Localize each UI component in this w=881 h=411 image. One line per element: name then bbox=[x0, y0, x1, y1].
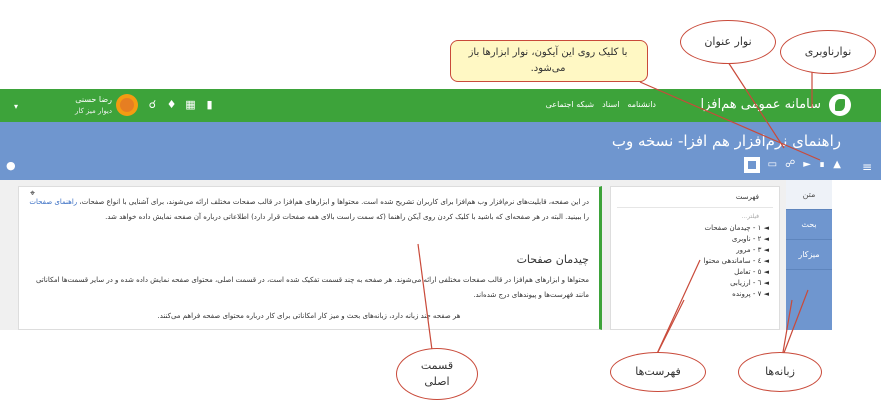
expand-icon[interactable]: ⌖ bbox=[30, 189, 35, 199]
toc-filter-input[interactable]: فیلتر... bbox=[741, 213, 759, 220]
toolbar-icons: ▲ ∎ ► ☍ ▭ bbox=[743, 157, 841, 173]
layout-toggle-icon[interactable] bbox=[743, 157, 760, 173]
nav-link-encyclopedia[interactable]: دانشنامه bbox=[627, 100, 656, 109]
toc-list: ◄ ۱ - چیدمان صفحات ◄ ۲ - ناوبری ◄ ۳ - مر… bbox=[703, 223, 769, 300]
navigation-bar: سامانه عمومی هم‌افزا دانشنامه اسناد شبکه… bbox=[0, 89, 881, 122]
tab-desk[interactable]: میزکار bbox=[786, 240, 832, 270]
nav-link-documents[interactable]: اسناد bbox=[602, 100, 619, 109]
home-icon[interactable]: ▲ bbox=[833, 159, 841, 173]
intro-text-b: را ببینید. البته در هر صفحه‌ای که باشید … bbox=[105, 213, 589, 221]
toc-item[interactable]: ◄ ٥ - تعامل bbox=[703, 267, 769, 278]
title-bar: راهنمای نرم‌افزار هم افزا- نسخه وب ≡ ▲ ∎… bbox=[0, 122, 881, 180]
main-part-label-text: قسمت اصلی bbox=[420, 359, 454, 388]
lists-label: فهرست‌ها bbox=[610, 352, 706, 392]
toc-title: فهرست bbox=[735, 193, 759, 201]
title-bar-label-text: نوار عنوان bbox=[704, 35, 752, 48]
print-icon[interactable]: ▭ bbox=[768, 159, 777, 173]
tab-discussion[interactable]: بحث bbox=[786, 210, 832, 240]
toc-item[interactable]: ◄ ۲ - ناوبری bbox=[703, 234, 769, 245]
user-name[interactable]: رضا حسنی bbox=[75, 95, 112, 104]
nav-bar-label: نوارناوبری bbox=[780, 30, 876, 74]
share-icon[interactable]: ► bbox=[803, 159, 811, 173]
hamafza-logo-icon[interactable] bbox=[829, 94, 851, 116]
rss-icon[interactable]: ∎ bbox=[819, 159, 825, 173]
page-title: راهنمای نرم‌افزار هم افزا- نسخه وب bbox=[611, 132, 841, 150]
toolbar-callout: با کلیک روی این آیکون، نوار ابزارها باز … bbox=[450, 40, 648, 82]
tag-icon[interactable]: ♦ bbox=[165, 98, 178, 111]
nav-link-social-network[interactable]: شبکه اجتماعی bbox=[546, 100, 594, 109]
search-icon[interactable]: ☌ bbox=[146, 98, 159, 111]
nav-icon-group: ☌ ♦ ▦ ▮ bbox=[146, 98, 216, 111]
lists-label-text: فهرست‌ها bbox=[635, 365, 681, 378]
nav-title[interactable]: سامانه عمومی هم‌افزا bbox=[700, 97, 821, 112]
main-part-label: قسمت اصلی bbox=[396, 348, 478, 400]
tab-text[interactable]: متن bbox=[786, 180, 832, 210]
nav-links: دانشنامه اسناد شبکه اجتماعی bbox=[546, 100, 656, 109]
chevron-down-icon[interactable]: ▾ bbox=[14, 102, 18, 111]
nav-bar-label-text: نوارناوبری bbox=[804, 45, 852, 58]
user-menu[interactable]: رضا حسنی دیوار میز کار ▾ bbox=[14, 92, 138, 120]
main-content: در این صفحه، قابلیت‌های نرم‌افزار وب هم‌… bbox=[18, 186, 602, 330]
intro-paragraph: در این صفحه، قابلیت‌های نرم‌افزار وب هم‌… bbox=[29, 195, 589, 225]
tabs-paragraph: هر صفحه چند زبانه دارد، زبانه‌های بحث و … bbox=[157, 312, 461, 320]
pages-guide-link[interactable]: راهنمای صفحات bbox=[29, 198, 77, 206]
avatar[interactable] bbox=[116, 94, 138, 116]
toc-item[interactable]: ◄ ۷ - پرونده bbox=[703, 289, 769, 300]
intro-text-a: در این صفحه، قابلیت‌های نرم‌افزار وب هم‌… bbox=[79, 198, 589, 206]
tabs-label: زبانه‌ها bbox=[738, 352, 822, 392]
menu-icon[interactable]: ≡ bbox=[862, 160, 872, 174]
grid-icon[interactable]: ▦ bbox=[184, 98, 197, 111]
pin-icon[interactable]: ● bbox=[6, 159, 16, 172]
layout-paragraph: محتواها و ابزارهای هم‌افزا در قالب صفحات… bbox=[35, 276, 589, 299]
tabs-label-text: زبانه‌ها bbox=[765, 365, 795, 378]
user-links[interactable]: دیوار میز کار bbox=[75, 107, 112, 115]
toc-item[interactable]: ◄ ٦ - ارزیابی bbox=[703, 278, 769, 289]
callout-text: با کلیک روی این آیکون، نوار ابزارها باز … bbox=[468, 47, 628, 74]
link-icon[interactable]: ☍ bbox=[785, 159, 795, 173]
toc-item[interactable]: ◄ ۳ - مرور bbox=[703, 245, 769, 256]
table-of-contents: فهرست فیلتر... ◄ ۱ - چیدمان صفحات ◄ ۲ - … bbox=[610, 186, 780, 330]
columns-icon[interactable]: ▮ bbox=[203, 98, 216, 111]
section-heading: چیدمان صفحات bbox=[516, 253, 589, 266]
tabs-column: متن بحث میزکار bbox=[786, 180, 832, 330]
divider bbox=[617, 207, 773, 208]
toc-item[interactable]: ◄ ٤ - ساماندهی محتوا bbox=[703, 256, 769, 267]
title-bar-label: نوار عنوان bbox=[680, 20, 776, 64]
toc-item[interactable]: ◄ ۱ - چیدمان صفحات bbox=[703, 223, 769, 234]
